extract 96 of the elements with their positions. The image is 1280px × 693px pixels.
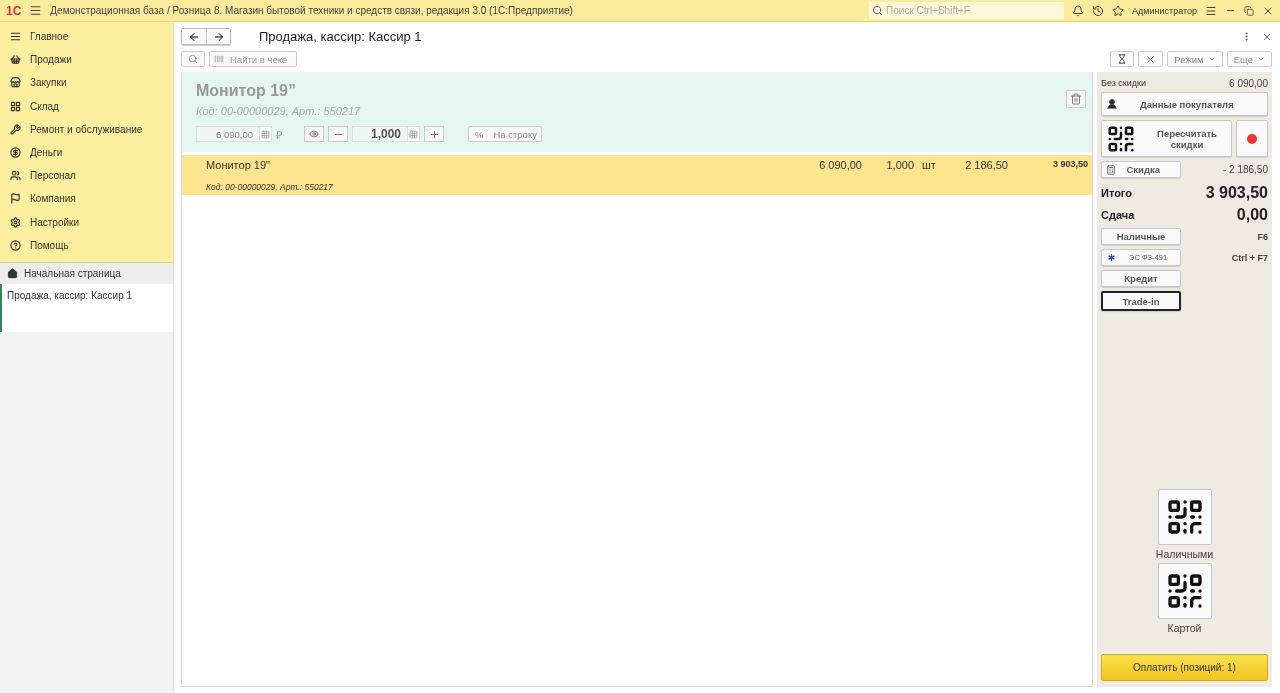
qr-payment-button[interactable] [1157, 489, 1212, 545]
minus-button[interactable] [328, 126, 348, 142]
total-label: Итого [1101, 187, 1133, 199]
row-price: 6 090,00 [818, 159, 862, 173]
receipt-row[interactable]: Монитор 19" 6 090,00 1,000 шт 2 186,50 3 903,50 Код: 00-00000029, Арт.: 550217 [182, 155, 1092, 195]
help-icon [10, 239, 21, 251]
right-arrow-icon [212, 30, 225, 43]
forward-button[interactable] [206, 29, 230, 44]
delete-button[interactable] [1066, 90, 1086, 108]
trash-icon [1070, 93, 1082, 105]
hourglass-button[interactable] [1110, 51, 1135, 67]
change-label: Сдача [1101, 209, 1135, 221]
left-arrow-icon [188, 30, 200, 43]
hourglass-icon [1117, 54, 1128, 64]
grid-icon [10, 100, 21, 112]
more-button[interactable]: Еще [1226, 51, 1272, 67]
settings-menu-icon[interactable] [1205, 4, 1217, 17]
sidebar-item[interactable]: Настройки [0, 210, 173, 234]
qr-payment-label: Картой [1167, 622, 1202, 634]
search-icon [872, 5, 884, 16]
cross-icon [1145, 53, 1157, 65]
item-name: Монитор 19” [196, 82, 297, 100]
restore-icon[interactable] [1244, 5, 1254, 16]
sidebar-item[interactable]: Склад [0, 94, 173, 118]
total-value: 3 903,50 [1205, 184, 1268, 202]
payment-button[interactable]: Trade-in [1101, 291, 1181, 311]
sidebar-item[interactable]: Персонал [0, 164, 173, 188]
item-code: Код: 00-00000029, Арт.: 550217 [196, 105, 362, 117]
caret-icon [1207, 55, 1216, 63]
row-item-code: Код: 00-00000029, Арт.: 550217 [206, 182, 334, 192]
plus-icon [428, 128, 440, 140]
no-discount-value: 6 090,00 [1229, 77, 1268, 89]
per-line-discount-button[interactable]: % На строку [468, 126, 542, 142]
recalculate-discounts-button[interactable]: Пересчитать скидки [1101, 120, 1232, 157]
user-name[interactable]: Администратор [1132, 5, 1197, 16]
sidebar-item[interactable]: Ремонт и обслуживание [0, 117, 173, 141]
row-item-name: Монитор 19" [206, 159, 271, 173]
cancel-button[interactable] [1138, 51, 1164, 67]
payment-button[interactable]: Кредит [1101, 270, 1181, 287]
plus-button[interactable] [424, 126, 444, 142]
price-field[interactable]: 6 090,00 [196, 126, 272, 142]
change-value: 0,00 [1236, 206, 1268, 224]
no-discount-label: Без скидки [1101, 78, 1147, 88]
app-logo: 1С [6, 3, 22, 18]
sidebar-item[interactable]: Продажи [0, 48, 173, 72]
sidebar-item[interactable]: Закупки [0, 71, 173, 95]
discount-icon-button[interactable] [1236, 120, 1268, 157]
menu-lines-icon [10, 31, 21, 43]
currency-sign: ₽ [276, 127, 282, 142]
eye-button[interactable] [304, 126, 324, 142]
close-icon[interactable] [1262, 31, 1272, 42]
qr-payment-button[interactable] [1157, 563, 1212, 619]
barcode-icon [214, 54, 224, 64]
discount-button[interactable]: Скидка [1101, 161, 1181, 178]
row-quantity: 1,000 [885, 159, 914, 173]
payment-button[interactable]: Наличные [1101, 228, 1181, 245]
eye-icon [309, 129, 319, 139]
people-icon [10, 170, 21, 182]
hotkey-label: Ctrl + F7 [1231, 252, 1268, 263]
pay-button[interactable]: Оплатить (позиций: 1) [1101, 654, 1268, 681]
row-total: 3 903,50 [1051, 159, 1088, 171]
sidebar-item[interactable]: Помощь [0, 233, 173, 257]
star-icon[interactable] [1112, 4, 1125, 17]
mode-button[interactable]: Режим [1167, 51, 1223, 67]
row-discount: 2 186,50 [964, 159, 1008, 173]
person-icon [1106, 98, 1118, 110]
bell-icon[interactable] [1072, 4, 1085, 17]
form-title: Продажа, кассир: Кассир 1 [259, 29, 422, 44]
sidebar-item[interactable]: Главное [0, 25, 173, 49]
flag-icon [10, 193, 21, 205]
discount-value: - 2 186,50 [1222, 164, 1268, 175]
quantity-field[interactable]: 1,000 [352, 126, 420, 142]
calculator-grid-icon [261, 129, 270, 139]
window-title: Демонстрационная база / Розница 8. Магазин бытовой техники и средств связи, редакция 3.0 (1С:Предприятие) [50, 5, 573, 16]
search-icon [188, 54, 198, 64]
basket-icon [10, 54, 21, 66]
menu-icon[interactable] [29, 4, 43, 17]
shop-icon [10, 77, 21, 89]
qr-payment-label: Наличными [1155, 548, 1214, 560]
calculator-grid-icon [409, 129, 418, 139]
buyer-data-button[interactable]: Данные покупателя [1101, 92, 1268, 116]
sidebar-item[interactable]: Компания [0, 187, 173, 211]
home-page-link[interactable]: Начальная страница [0, 262, 173, 284]
hotkey-label: F6 [1257, 231, 1268, 242]
gear-icon [10, 216, 21, 228]
calculator-icon [1106, 164, 1116, 175]
open-window-tab[interactable]: Продажа, кассир: Кассир 1 [0, 283, 173, 332]
caret-icon [1257, 55, 1265, 63]
history-icon[interactable] [1092, 4, 1105, 17]
wrench-icon [10, 123, 21, 135]
home-icon [7, 267, 18, 279]
asterisk-icon [1106, 252, 1117, 263]
sidebar-item[interactable]: Деньги [0, 140, 173, 165]
back-button[interactable] [182, 29, 206, 44]
coin-icon [10, 147, 21, 159]
row-unit: шт [921, 159, 937, 173]
